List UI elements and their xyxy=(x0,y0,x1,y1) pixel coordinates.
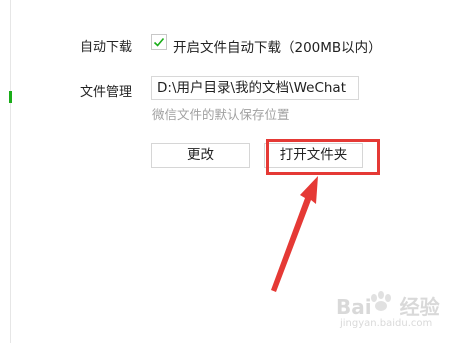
watermark-brand: Bai 经验 xyxy=(336,295,440,319)
watermark-url: jingyan.baidu.com xyxy=(340,318,433,329)
